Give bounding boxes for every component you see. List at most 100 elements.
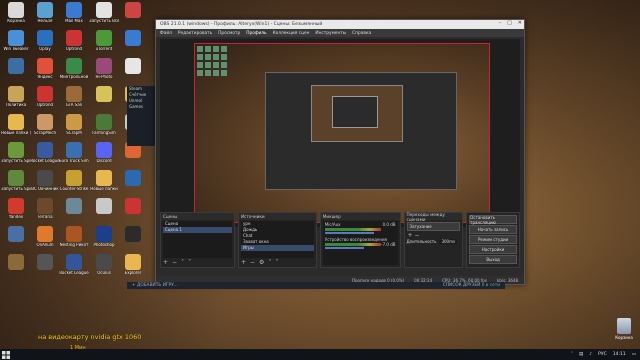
clock[interactable]: 14:11 — [613, 352, 626, 357]
desktop-icon[interactable]: Win Tweaker — [1, 28, 31, 55]
settings-button[interactable]: Настройки — [469, 245, 517, 254]
menu-file[interactable]: Файл — [160, 31, 172, 36]
menu-tools[interactable]: Инструменты — [315, 31, 346, 36]
desktop-icon[interactable]: Euro Truck Simulator 2 — [59, 140, 89, 167]
desktop-icon[interactable]: Counter-Strike — [59, 168, 89, 195]
add-scene-button[interactable]: + — [163, 259, 168, 266]
tray-chevron-icon[interactable]: ˄ — [571, 352, 573, 357]
desktop-icon[interactable]: Photoshop — [89, 224, 119, 251]
desktop-icon[interactable]: Uptrond — [59, 28, 89, 55]
desktop-icon[interactable]: Rocket League — [30, 140, 60, 167]
add-source-button[interactable]: + — [241, 259, 246, 266]
source-up-icon[interactable]: ˄ — [268, 259, 271, 266]
desktop-icon[interactable]: Uptrond — [30, 84, 60, 111]
desktop-icon[interactable]: Запустить SpinTire — [1, 168, 31, 195]
steam-item[interactable]: Games — [127, 104, 157, 110]
start-button[interactable] — [0, 349, 11, 360]
volume-slider[interactable] — [324, 247, 364, 249]
menu-edit[interactable]: Редактировать — [178, 31, 212, 36]
nested-obs-preview-2 — [311, 85, 403, 142]
network-icon[interactable]: ▤ — [579, 352, 583, 357]
desktop-icon[interactable] — [89, 84, 119, 111]
desktop-icon[interactable]: Rocket League — [59, 252, 89, 279]
desktop-icon[interactable] — [1, 224, 31, 251]
recycle-bin-icon[interactable]: Корзина — [610, 318, 638, 340]
menu-help[interactable]: Справка — [352, 31, 371, 36]
desktop-icon[interactable] — [118, 0, 148, 27]
maximize-icon[interactable]: □ — [507, 20, 512, 26]
friends-list-button[interactable]: СПИСОК ДРУЗЕЙ 0 в сети — [443, 283, 500, 288]
desktop-icon[interactable] — [1, 252, 31, 279]
volume-slider[interactable] — [324, 232, 375, 234]
sources-header: Источники — [238, 213, 316, 220]
obs-preview[interactable] — [160, 39, 520, 227]
duration-input[interactable]: 300ms — [439, 239, 458, 244]
desktop-icon[interactable]: uTorrent — [89, 28, 119, 55]
desktop-icon[interactable]: ScrapMech — [30, 112, 60, 139]
desktop-icon[interactable]: Запустить Всегда — [89, 0, 119, 27]
desktop-icon[interactable] — [118, 224, 148, 251]
remove-transition-button[interactable]: − — [414, 232, 419, 239]
language-indicator[interactable]: РУС — [598, 352, 607, 357]
desktop-icon[interactable]: OnAllum — [30, 224, 60, 251]
desktop-icon[interactable] — [118, 168, 148, 195]
desktop-icon[interactable]: Минтрольной — [59, 56, 89, 83]
source-down-icon[interactable]: ˅ — [275, 259, 278, 266]
desktop-icon[interactable]: GTA San — [59, 84, 89, 111]
desktop-icon[interactable] — [118, 56, 148, 83]
remove-source-button[interactable]: − — [250, 259, 255, 266]
source-item[interactable]: Игры — [240, 245, 314, 251]
desktop-icon-label: GTA San — [65, 103, 83, 107]
desktop-icon[interactable]: Oculus — [89, 252, 119, 279]
notification-icon[interactable]: ▭ — [632, 352, 636, 357]
studio-mode-button[interactable]: Режим студии — [469, 235, 517, 244]
desktop-icon[interactable]: Корзина — [1, 0, 31, 27]
add-transition-button[interactable]: + — [408, 232, 413, 239]
desktop-icon[interactable]: SCrapM — [59, 112, 89, 139]
preview-canvas[interactable] — [194, 43, 490, 223]
desktop-icon[interactable]: BC Овчинник — [30, 168, 60, 195]
desktop-icon[interactable]: FarmingSim — [89, 112, 119, 139]
desktop-icon[interactable]: Discord — [89, 140, 119, 167]
desktop-icon[interactable] — [1, 56, 31, 83]
desktop-icon[interactable]: Яндекс — [30, 56, 60, 83]
desktop-icon[interactable]: Политика — [1, 84, 31, 111]
desktop-icon[interactable]: Новые папки — [89, 168, 119, 195]
desktop-icon[interactable]: Nesting Рикот — [59, 224, 89, 251]
stop-streaming-button[interactable]: Остановить трансляцию — [469, 215, 517, 225]
desktop-icon[interactable]: Нельзя — [30, 0, 60, 27]
scene-item[interactable]: Сцена 1 — [163, 227, 232, 233]
source-settings-icon[interactable]: ⚙ — [259, 259, 264, 266]
desktop-icon[interactable] — [59, 196, 89, 223]
desktop-icon[interactable]: Uplay — [30, 28, 60, 55]
desktop-icon[interactable]: Запустить SpinTire — [1, 140, 31, 167]
menu-profile[interactable]: Профиль — [246, 31, 266, 36]
desktop-icon[interactable] — [118, 196, 148, 223]
start-recording-button[interactable]: Начать запись — [469, 225, 517, 234]
desktop-icon-label: Rocket League — [59, 271, 89, 275]
desktop-icon[interactable] — [89, 196, 119, 223]
desktop-icon[interactable]: Новые папки (2) — [1, 112, 31, 139]
minimize-icon[interactable]: – — [499, 20, 502, 26]
remove-scene-button[interactable]: − — [172, 259, 177, 266]
exit-button[interactable]: Выход — [469, 255, 517, 264]
desktop-icon[interactable] — [30, 252, 60, 279]
scene-up-icon[interactable]: ˄ — [181, 259, 184, 266]
desktop-icon[interactable]: Mail Max — [59, 0, 89, 27]
menu-scene-collection[interactable]: Коллекция сцен — [273, 31, 310, 36]
desktop-icon[interactable]: Hi-Photo — [89, 56, 119, 83]
volume-icon[interactable]: ♪ — [589, 352, 592, 357]
transition-type-select[interactable]: Затухание — [406, 222, 461, 231]
desktop-icon[interactable]: Explorer — [118, 252, 148, 279]
add-game-button[interactable]: + ДОБАВИТЬ ИГРУ... — [132, 283, 178, 288]
desktop-icon[interactable] — [118, 28, 148, 55]
app-icon — [8, 142, 24, 158]
desktop-icon[interactable]: Terraria — [30, 196, 60, 223]
menu-view[interactable]: Просмотр — [218, 31, 240, 36]
desktop-icon-label: Uptrond — [36, 103, 54, 107]
desktop-icon[interactable]: Yandex — [1, 196, 31, 223]
app-icon — [96, 254, 112, 270]
scene-down-icon[interactable]: ˅ — [188, 259, 191, 266]
app-icon — [66, 170, 82, 186]
close-icon[interactable]: ✕ — [518, 20, 522, 26]
